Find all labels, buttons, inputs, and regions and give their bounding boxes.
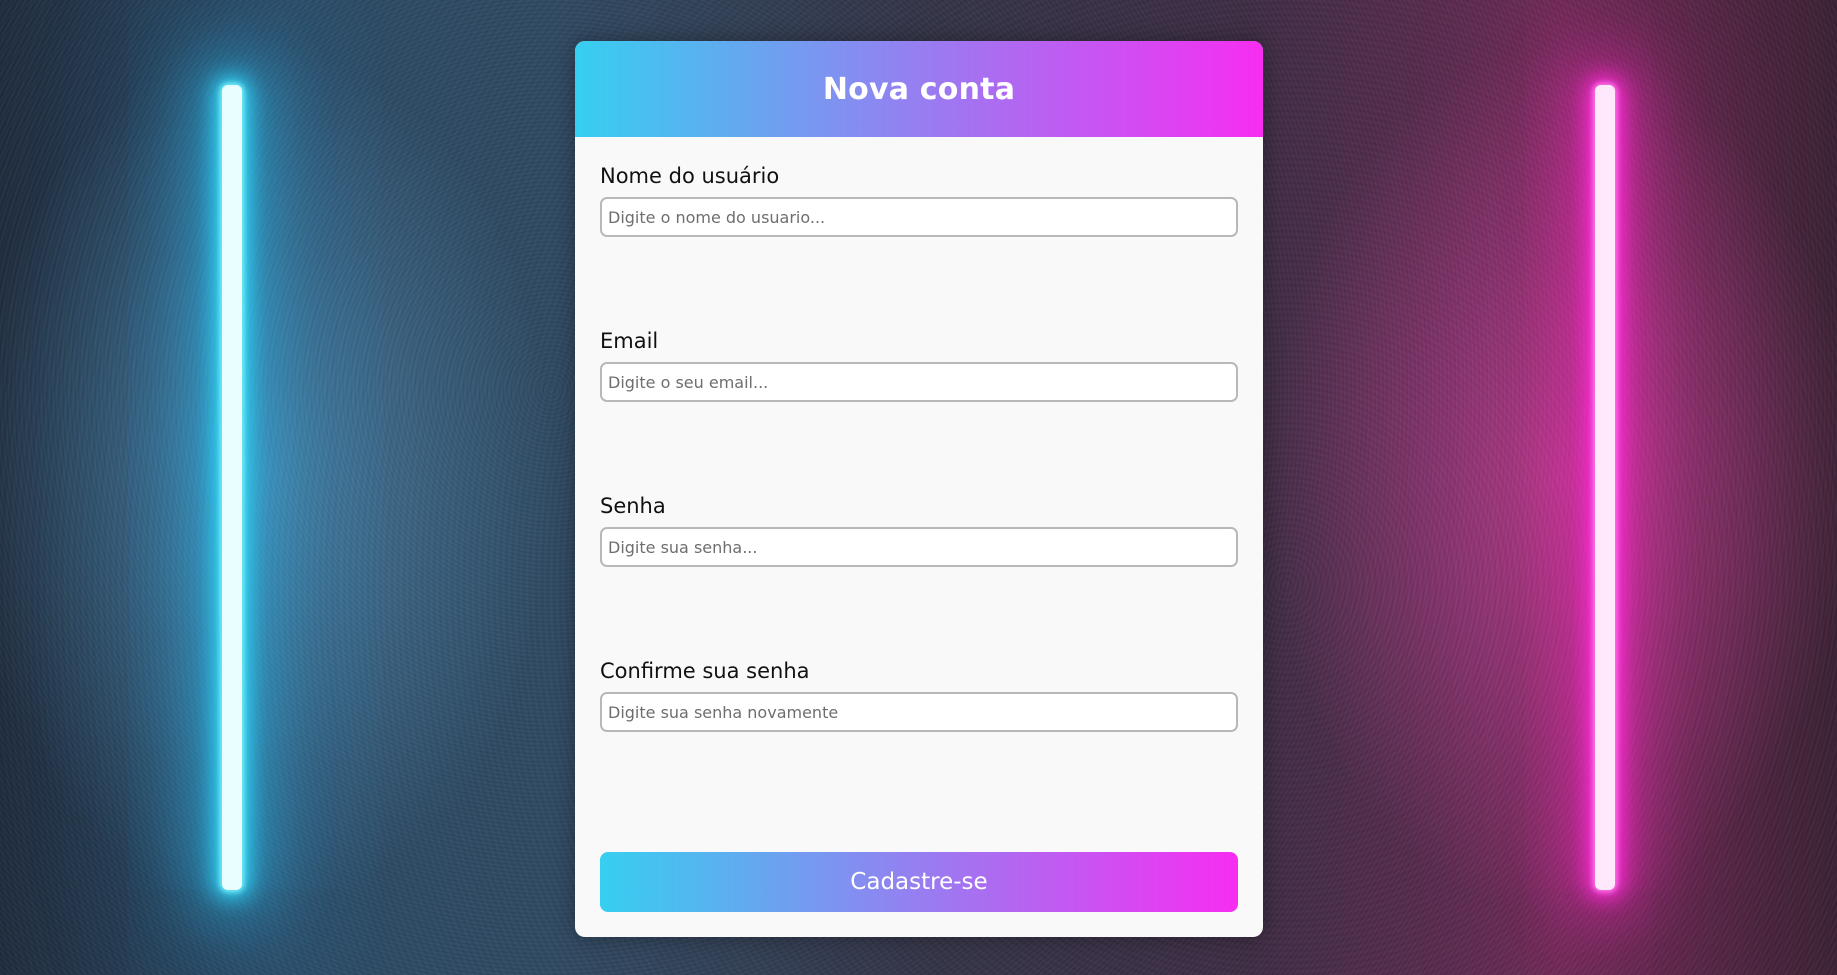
signup-card: Nova conta Nome do usuário Email Senha C…: [575, 41, 1263, 937]
email-input[interactable]: [600, 362, 1238, 402]
neon-light-right: [1595, 85, 1615, 890]
signup-button[interactable]: Cadastre-se: [600, 852, 1238, 912]
card-header: Nova conta: [575, 41, 1263, 137]
username-input[interactable]: [600, 197, 1238, 237]
confirm-password-label: Confirme sua senha: [600, 659, 810, 683]
page-title: Nova conta: [822, 71, 1016, 107]
confirm-password-input[interactable]: [600, 692, 1238, 732]
password-field-group: Senha: [600, 493, 1238, 567]
confirm-password-field-group: Confirme sua senha: [600, 658, 1238, 732]
username-label: Nome do usuário: [600, 164, 780, 188]
username-field-group: Nome do usuário: [600, 163, 1238, 237]
neon-light-left: [222, 85, 242, 890]
email-field-group: Email: [600, 328, 1238, 402]
password-label: Senha: [600, 494, 666, 518]
password-input[interactable]: [600, 527, 1238, 567]
email-label: Email: [600, 329, 659, 353]
